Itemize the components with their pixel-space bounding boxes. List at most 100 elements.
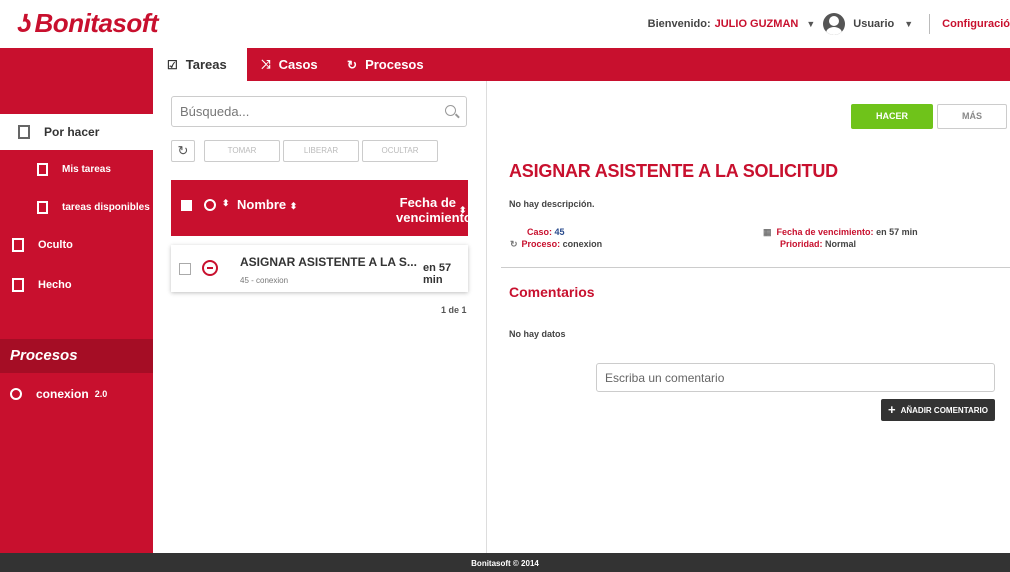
column-due-label-1: Fecha de xyxy=(399,195,456,210)
checkbox-icon: ☑ xyxy=(167,57,178,72)
bonita-logo-icon: ʖ xyxy=(18,8,31,38)
sidebar-process-conexion[interactable]: conexion 2.0 xyxy=(10,387,107,401)
release-button[interactable]: LIBERAR xyxy=(283,140,359,162)
process-value: conexion xyxy=(562,239,603,249)
sidebar: Por hacer Mis tareas tareas disponibles … xyxy=(0,81,164,553)
task-due: en 57 min xyxy=(423,262,452,286)
sidebar-item-oculto[interactable]: Oculto xyxy=(0,234,153,256)
top-header: ʖ Bonitasoft Bienvenido: JULIO GUZMAN ▼ U… xyxy=(0,0,1010,48)
column-name-label: Nombre xyxy=(237,197,287,212)
tab-label: Casos xyxy=(278,57,318,72)
sidebar-item-label: Hecho xyxy=(38,279,72,291)
tab-bar xyxy=(0,48,1010,81)
my-tasks-icon xyxy=(37,162,48,176)
logo-text: Bonitasoft xyxy=(34,8,159,38)
task-toolbar: ↻ TOMAR LIBERAR OCULTAR xyxy=(171,140,441,162)
search-icon[interactable] xyxy=(445,105,456,116)
more-button[interactable]: MÁS xyxy=(937,104,1007,129)
no-comments-text: No hay datos xyxy=(509,329,566,339)
procesos-heading: Procesos xyxy=(0,339,153,373)
tab-casos[interactable]: ⤨ Casos xyxy=(247,48,333,81)
process-icon: ↻ xyxy=(510,239,518,249)
case-meta: Caso: 45 xyxy=(527,227,565,237)
comment-input[interactable] xyxy=(597,364,987,391)
main-tabs: ☑ Tareas ⤨ Casos ↻ Procesos xyxy=(153,48,438,81)
comment-box xyxy=(596,363,995,392)
case-label: Caso: xyxy=(527,227,553,237)
welcome-label: Bienvenido: xyxy=(647,18,711,30)
config-link[interactable]: Configuració xyxy=(942,18,1010,30)
priority-label: Prioridad: xyxy=(780,239,823,249)
process-ring-icon xyxy=(10,388,22,400)
done-icon xyxy=(12,278,24,292)
column-due-header[interactable]: Fecha de vencimiento ⬍ xyxy=(396,195,472,225)
process-meta: ↻ Proceso: conexion xyxy=(510,239,602,250)
tab-tareas[interactable]: ☑ Tareas xyxy=(153,48,247,81)
task-table-header: ⬍ Nombre ⬍ Fecha de vencimiento ⬍ xyxy=(171,180,472,236)
user-bar: Bienvenido: JULIO GUZMAN ▼ Usuario ▼ Con… xyxy=(648,12,1010,36)
sidebar-item-tareas-disponibles[interactable]: tareas disponibles xyxy=(0,196,153,218)
available-tasks-icon xyxy=(37,200,48,214)
sidebar-item-label: Mis tareas xyxy=(62,163,111,175)
search-box xyxy=(171,96,467,127)
plus-icon: + xyxy=(888,402,896,417)
add-comment-button[interactable]: + AÑADIR COMENTARIO xyxy=(881,399,995,421)
table-row[interactable]: ASIGNAR ASISTENTE A LA S... 45 - conexio… xyxy=(171,245,468,292)
due-value: en 57 min xyxy=(876,227,918,237)
tab-label: Procesos xyxy=(365,57,424,72)
divider xyxy=(501,267,1010,268)
process-icon: ↻ xyxy=(347,57,358,72)
column-name-header[interactable]: Nombre ⬍ xyxy=(237,197,297,212)
task-description: No hay descripción. xyxy=(509,199,595,209)
do-task-button[interactable]: HACER xyxy=(851,104,933,129)
sidebar-item-hecho[interactable]: Hecho xyxy=(0,274,153,296)
task-title: ASIGNAR ASISTENTE A LA S... xyxy=(240,255,417,269)
sort-icon[interactable]: ⬍ xyxy=(222,198,230,209)
inbox-icon xyxy=(18,125,30,139)
sort-icon: ⬍ xyxy=(289,201,298,211)
priority-meta: Prioridad: Normal xyxy=(780,239,856,249)
user-name[interactable]: JULIO GUZMAN xyxy=(715,18,799,30)
sort-icon: ⬍ xyxy=(459,205,467,215)
user-role-label[interactable]: Usuario xyxy=(853,18,894,30)
case-value[interactable]: 45 xyxy=(555,227,565,237)
refresh-icon: ↻ xyxy=(177,143,189,158)
refresh-button[interactable]: ↻ xyxy=(171,140,195,162)
search-input[interactable] xyxy=(172,97,432,126)
take-button[interactable]: TOMAR xyxy=(204,140,280,162)
task-detail-pane: HACER MÁS ASIGNAR ASISTENTE A LA SOLICIT… xyxy=(486,81,1010,553)
task-list-pane: ↻ TOMAR LIBERAR OCULTAR ⬍ Nombre ⬍ Fecha… xyxy=(153,81,486,553)
tab-label: Tareas xyxy=(185,57,227,72)
tab-procesos[interactable]: ↻ Procesos xyxy=(333,48,438,81)
hide-button[interactable]: OCULTAR xyxy=(362,140,438,162)
process-label: Proceso: xyxy=(521,239,561,249)
row-checkbox[interactable] xyxy=(179,263,191,275)
sidebar-item-mis-tareas[interactable]: Mis tareas xyxy=(0,158,153,180)
process-version: 2.0 xyxy=(94,389,108,399)
footer: Bonitasoft © 2014 xyxy=(0,553,1010,572)
add-comment-label: AÑADIR COMENTARIO xyxy=(900,406,988,415)
bonitasoft-logo[interactable]: ʖ Bonitasoft xyxy=(18,8,159,39)
calendar-icon: ▦ xyxy=(763,227,772,237)
state-column-icon xyxy=(204,199,216,211)
comments-heading: Comentarios xyxy=(509,284,595,300)
pending-task-icon xyxy=(202,260,218,276)
header-divider xyxy=(929,14,931,34)
sidebar-item-label: tareas disponibles xyxy=(62,201,150,213)
process-name: conexion xyxy=(36,387,89,401)
sidebar-item-label: Por hacer xyxy=(44,125,100,139)
sidebar-item-label: Oculto xyxy=(38,239,73,251)
sidebar-item-por-hacer[interactable]: Por hacer xyxy=(0,114,153,150)
user-menu-caret-icon[interactable]: ▼ xyxy=(806,19,815,29)
role-menu-caret-icon[interactable]: ▼ xyxy=(904,19,913,29)
task-detail-title: ASIGNAR ASISTENTE A LA SOLICITUD xyxy=(509,161,838,181)
hidden-icon xyxy=(12,238,24,252)
select-all-checkbox[interactable] xyxy=(181,200,192,211)
priority-value: Normal xyxy=(825,239,857,249)
pager: 1 de 1 xyxy=(441,305,467,315)
due-meta: ▦ Fecha de vencimiento: en 57 min xyxy=(763,227,918,238)
avatar-icon[interactable] xyxy=(823,13,846,35)
due-label: Fecha de vencimiento: xyxy=(776,227,874,237)
shuffle-icon: ⤨ xyxy=(261,57,271,71)
task-subtitle: 45 - conexion xyxy=(240,276,289,285)
